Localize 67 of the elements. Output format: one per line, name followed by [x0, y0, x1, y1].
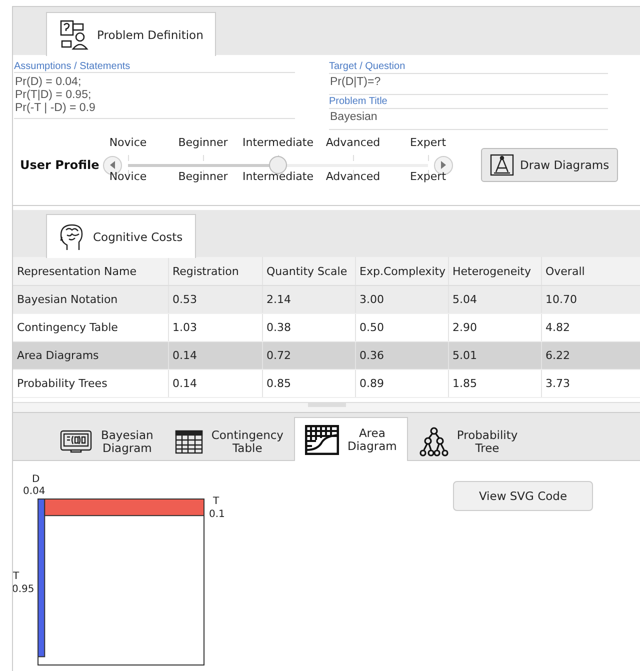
level-label: Novice	[109, 136, 147, 149]
table-cell: 3.00	[355, 286, 448, 314]
diagram-label: 0.04	[23, 486, 46, 497]
column-header[interactable]: Representation Name	[13, 257, 168, 286]
head-icon	[59, 222, 85, 250]
diagram-label: T	[213, 496, 220, 507]
diagram-tab[interactable]: Contingency Table	[164, 421, 294, 461]
table-cell: 3.73	[541, 370, 640, 398]
field-label: Assumptions / Statements	[14, 61, 132, 72]
problem-definition-tab[interactable]: Problem Definition	[46, 12, 216, 56]
tree-icon	[418, 426, 449, 456]
table-cell: 0.85	[262, 370, 355, 398]
problem-icon	[59, 18, 89, 50]
diagram-label: 0.1	[209, 509, 225, 520]
table-cell: 0.14	[168, 342, 262, 370]
table-icon	[175, 430, 204, 454]
table-cell: Area Diagrams	[13, 342, 168, 370]
view-svg-code-button[interactable]: View SVG Code	[453, 481, 593, 511]
area-diagram-icon	[305, 424, 340, 454]
diagram-tab[interactable]: Area Diagram	[294, 417, 408, 461]
level-label: Intermediate	[242, 136, 314, 149]
table-cell: 6.22	[541, 342, 640, 370]
column-header[interactable]: Exp.Complexity	[355, 257, 448, 286]
user-profile-label: User Profile	[20, 158, 100, 172]
compass-icon	[490, 154, 514, 176]
table-cell: 2.14	[262, 286, 355, 314]
field-label: Problem Title	[329, 96, 388, 107]
diagram-tab[interactable]: Probability Tree	[408, 421, 529, 461]
level-label: Expert	[410, 170, 446, 183]
level-label: Intermediate	[242, 170, 314, 183]
level-label: Expert	[410, 136, 446, 149]
table-cell: 5.04	[448, 286, 541, 314]
level-label: Beginner	[178, 136, 228, 149]
right-arrow-icon	[440, 161, 446, 169]
diagram-tab[interactable]: Bayesian Diagram	[48, 421, 164, 461]
column-header[interactable]: Heterogeneity	[448, 257, 541, 286]
assumptions-field[interactable]: Pr(D) = 0.04; Pr(T|D) = 0.95; Pr(-T | -D) = 0.9	[14, 72, 295, 119]
draw-diagrams-button[interactable]: Draw Diagrams	[481, 148, 618, 182]
table-cell: Probability Trees	[13, 370, 168, 398]
table-cell: 5.01	[448, 342, 541, 370]
assumption-line: Pr(T|D) = 0.95;	[15, 89, 92, 101]
monitor-icon	[59, 428, 93, 454]
assumption-line: Pr(D) = 0.04;	[15, 76, 82, 88]
table-cell: 0.53	[168, 286, 262, 314]
field-label: Target / Question	[329, 61, 406, 72]
table-cell: Bayesian Notation	[13, 286, 168, 314]
title-field[interactable]: Bayesian	[329, 108, 608, 130]
table-cell: 0.14	[168, 370, 262, 398]
cognitive-costs-tab[interactable]: Cognitive Costs	[46, 214, 196, 258]
table-cell: 1.85	[448, 370, 541, 398]
diagram-label: T	[13, 571, 20, 582]
column-header[interactable]: Quantity Scale	[262, 257, 355, 286]
diagram-label: 0.95	[13, 584, 34, 595]
table-cell: 0.72	[262, 342, 355, 370]
level-label: Advanced	[326, 136, 380, 149]
column-header[interactable]: Overall	[541, 257, 640, 286]
diagram-label: D	[32, 474, 40, 485]
target-field[interactable]: Pr(D|T)=?	[329, 73, 608, 95]
level-label: Advanced	[326, 170, 380, 183]
table-cell: 10.70	[541, 286, 640, 314]
left-arrow-icon	[110, 161, 116, 169]
level-label: Novice	[109, 170, 147, 183]
level-label: Beginner	[178, 170, 228, 183]
column-header[interactable]: Registration	[168, 257, 262, 286]
table-cell: 0.36	[355, 342, 448, 370]
assumption-line: Pr(-T | -D) = 0.9	[15, 102, 96, 114]
table-cell: 0.89	[355, 370, 448, 398]
